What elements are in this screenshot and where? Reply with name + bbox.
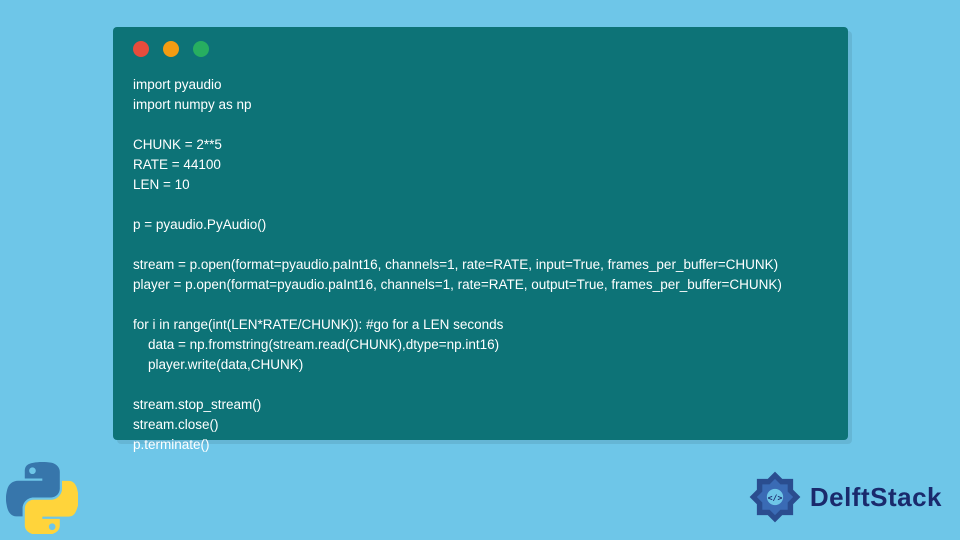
code-block: import pyaudio import numpy as np CHUNK … bbox=[133, 75, 828, 455]
python-logo-icon bbox=[6, 462, 78, 534]
delftstack-logo-icon: </> bbox=[746, 468, 804, 526]
brand: </> DelftStack bbox=[746, 468, 942, 526]
code-window: import pyaudio import numpy as np CHUNK … bbox=[113, 27, 848, 440]
brand-name: DelftStack bbox=[810, 482, 942, 513]
svg-text:</>: </> bbox=[767, 493, 782, 503]
traffic-lights bbox=[133, 41, 828, 57]
maximize-icon bbox=[193, 41, 209, 57]
close-icon bbox=[133, 41, 149, 57]
minimize-icon bbox=[163, 41, 179, 57]
